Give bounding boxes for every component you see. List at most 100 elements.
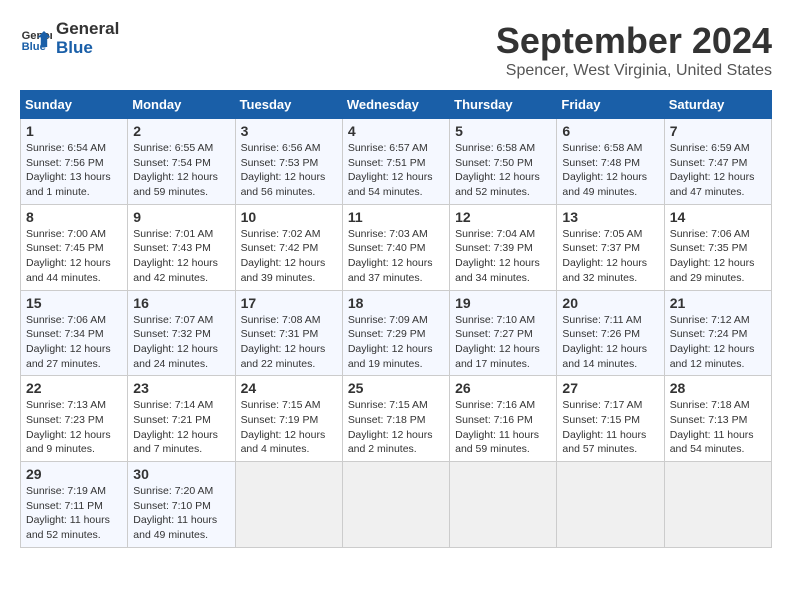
calendar-day-cell — [235, 462, 342, 548]
day-number: 1 — [26, 123, 122, 139]
day-number: 27 — [562, 380, 658, 396]
calendar-day-cell — [342, 462, 449, 548]
day-info: Sunrise: 7:18 AMSunset: 7:13 PMDaylight:… — [670, 398, 766, 457]
day-info: Sunrise: 6:57 AMSunset: 7:51 PMDaylight:… — [348, 141, 444, 200]
calendar-day-cell: 7 Sunrise: 6:59 AMSunset: 7:47 PMDaylight… — [664, 119, 771, 205]
calendar-day-cell: 30 Sunrise: 7:20 AMSunset: 7:10 PMDayligh… — [128, 462, 235, 548]
day-info: Sunrise: 7:08 AMSunset: 7:31 PMDaylight:… — [241, 313, 337, 372]
day-info: Sunrise: 7:10 AMSunset: 7:27 PMDaylight:… — [455, 313, 551, 372]
calendar-day-cell: 20 Sunrise: 7:11 AMSunset: 7:26 PMDayligh… — [557, 290, 664, 376]
day-number: 15 — [26, 295, 122, 311]
day-number: 22 — [26, 380, 122, 396]
day-number: 16 — [133, 295, 229, 311]
calendar-day-cell: 18 Sunrise: 7:09 AMSunset: 7:29 PMDayligh… — [342, 290, 449, 376]
calendar-day-cell: 26 Sunrise: 7:16 AMSunset: 7:16 PMDayligh… — [450, 376, 557, 462]
calendar-day-cell: 15 Sunrise: 7:06 AMSunset: 7:34 PMDayligh… — [21, 290, 128, 376]
day-number: 8 — [26, 209, 122, 225]
day-number: 12 — [455, 209, 551, 225]
day-number: 30 — [133, 466, 229, 482]
day-number: 5 — [455, 123, 551, 139]
calendar-day-cell: 24 Sunrise: 7:15 AMSunset: 7:19 PMDayligh… — [235, 376, 342, 462]
day-info: Sunrise: 7:06 AMSunset: 7:34 PMDaylight:… — [26, 313, 122, 372]
day-info: Sunrise: 7:04 AMSunset: 7:39 PMDaylight:… — [455, 227, 551, 286]
day-number: 14 — [670, 209, 766, 225]
day-info: Sunrise: 7:02 AMSunset: 7:42 PMDaylight:… — [241, 227, 337, 286]
day-info: Sunrise: 7:13 AMSunset: 7:23 PMDaylight:… — [26, 398, 122, 457]
month-title: September 2024 — [496, 20, 772, 62]
day-info: Sunrise: 6:58 AMSunset: 7:50 PMDaylight:… — [455, 141, 551, 200]
day-number: 13 — [562, 209, 658, 225]
calendar-day-cell: 4 Sunrise: 6:57 AMSunset: 7:51 PMDaylight… — [342, 119, 449, 205]
day-number: 20 — [562, 295, 658, 311]
calendar-day-cell: 14 Sunrise: 7:06 AMSunset: 7:35 PMDayligh… — [664, 204, 771, 290]
calendar-body: 1Sunrise: 6:54 AMSunset: 7:56 PMDaylight… — [21, 119, 772, 548]
day-info: Sunrise: 6:55 AMSunset: 7:54 PMDaylight:… — [133, 141, 229, 200]
title-area: September 2024 Spencer, West Virginia, U… — [496, 20, 772, 80]
calendar-table: SundayMondayTuesdayWednesdayThursdayFrid… — [20, 90, 772, 548]
day-info: Sunrise: 7:00 AMSunset: 7:45 PMDaylight:… — [26, 227, 122, 286]
day-number: 6 — [562, 123, 658, 139]
day-number: 29 — [26, 466, 122, 482]
day-info: Sunrise: 7:20 AMSunset: 7:10 PMDaylight:… — [133, 484, 229, 543]
day-number: 11 — [348, 209, 444, 225]
day-info: Sunrise: 7:16 AMSunset: 7:16 PMDaylight:… — [455, 398, 551, 457]
weekday-header-cell: Sunday — [21, 91, 128, 119]
logo-icon: General Blue — [20, 23, 52, 55]
day-info: Sunrise: 7:09 AMSunset: 7:29 PMDaylight:… — [348, 313, 444, 372]
calendar-day-cell: 13 Sunrise: 7:05 AMSunset: 7:37 PMDayligh… — [557, 204, 664, 290]
day-info: Sunrise: 6:56 AMSunset: 7:53 PMDaylight:… — [241, 141, 337, 200]
day-number: 24 — [241, 380, 337, 396]
day-info: Sunrise: 6:58 AMSunset: 7:48 PMDaylight:… — [562, 141, 658, 200]
calendar-day-cell: 1Sunrise: 6:54 AMSunset: 7:56 PMDaylight… — [21, 119, 128, 205]
calendar-day-cell: 5 Sunrise: 6:58 AMSunset: 7:50 PMDaylight… — [450, 119, 557, 205]
calendar-week-row: 22 Sunrise: 7:13 AMSunset: 7:23 PMDayligh… — [21, 376, 772, 462]
day-info: Sunrise: 7:06 AMSunset: 7:35 PMDaylight:… — [670, 227, 766, 286]
day-number: 2 — [133, 123, 229, 139]
location-title: Spencer, West Virginia, United States — [496, 62, 772, 80]
calendar-day-cell: 10 Sunrise: 7:02 AMSunset: 7:42 PMDayligh… — [235, 204, 342, 290]
day-number: 10 — [241, 209, 337, 225]
weekday-header-row: SundayMondayTuesdayWednesdayThursdayFrid… — [21, 91, 772, 119]
weekday-header-cell: Wednesday — [342, 91, 449, 119]
day-info: Sunrise: 7:17 AMSunset: 7:15 PMDaylight:… — [562, 398, 658, 457]
day-info: Sunrise: 7:05 AMSunset: 7:37 PMDaylight:… — [562, 227, 658, 286]
day-number: 4 — [348, 123, 444, 139]
day-number: 23 — [133, 380, 229, 396]
day-number: 7 — [670, 123, 766, 139]
weekday-header-cell: Monday — [128, 91, 235, 119]
calendar-week-row: 1Sunrise: 6:54 AMSunset: 7:56 PMDaylight… — [21, 119, 772, 205]
day-number: 26 — [455, 380, 551, 396]
logo: General Blue General Blue — [20, 20, 119, 57]
calendar-week-row: 15 Sunrise: 7:06 AMSunset: 7:34 PMDayligh… — [21, 290, 772, 376]
day-number: 18 — [348, 295, 444, 311]
calendar-day-cell: 12 Sunrise: 7:04 AMSunset: 7:39 PMDayligh… — [450, 204, 557, 290]
calendar-day-cell — [557, 462, 664, 548]
logo-text-general: General — [56, 20, 119, 39]
calendar-day-cell: 8 Sunrise: 7:00 AMSunset: 7:45 PMDaylight… — [21, 204, 128, 290]
day-info: Sunrise: 6:59 AMSunset: 7:47 PMDaylight:… — [670, 141, 766, 200]
calendar-day-cell: 22 Sunrise: 7:13 AMSunset: 7:23 PMDayligh… — [21, 376, 128, 462]
day-number: 9 — [133, 209, 229, 225]
calendar-day-cell: 25Sunrise: 7:15 AMSunset: 7:18 PMDayligh… — [342, 376, 449, 462]
day-number: 21 — [670, 295, 766, 311]
weekday-header-cell: Friday — [557, 91, 664, 119]
calendar-week-row: 8 Sunrise: 7:00 AMSunset: 7:45 PMDaylight… — [21, 204, 772, 290]
weekday-header-cell: Saturday — [664, 91, 771, 119]
logo-text-blue: Blue — [56, 39, 119, 58]
calendar-day-cell: 2 Sunrise: 6:55 AMSunset: 7:54 PMDaylight… — [128, 119, 235, 205]
day-number: 25 — [348, 380, 444, 396]
day-info: Sunrise: 7:19 AMSunset: 7:11 PMDaylight:… — [26, 484, 122, 543]
calendar-day-cell: 23Sunrise: 7:14 AMSunset: 7:21 PMDayligh… — [128, 376, 235, 462]
calendar-day-cell — [450, 462, 557, 548]
day-number: 3 — [241, 123, 337, 139]
calendar-day-cell: 17Sunrise: 7:08 AMSunset: 7:31 PMDayligh… — [235, 290, 342, 376]
calendar-day-cell: 27 Sunrise: 7:17 AMSunset: 7:15 PMDayligh… — [557, 376, 664, 462]
day-info: Sunrise: 7:11 AMSunset: 7:26 PMDaylight:… — [562, 313, 658, 372]
calendar-day-cell: 21Sunrise: 7:12 AMSunset: 7:24 PMDayligh… — [664, 290, 771, 376]
calendar-day-cell: 29 Sunrise: 7:19 AMSunset: 7:11 PMDayligh… — [21, 462, 128, 548]
calendar-day-cell — [664, 462, 771, 548]
weekday-header-cell: Tuesday — [235, 91, 342, 119]
calendar-week-row: 29 Sunrise: 7:19 AMSunset: 7:11 PMDayligh… — [21, 462, 772, 548]
day-info: Sunrise: 7:07 AMSunset: 7:32 PMDaylight:… — [133, 313, 229, 372]
day-info: Sunrise: 7:15 AMSunset: 7:19 PMDaylight:… — [241, 398, 337, 457]
